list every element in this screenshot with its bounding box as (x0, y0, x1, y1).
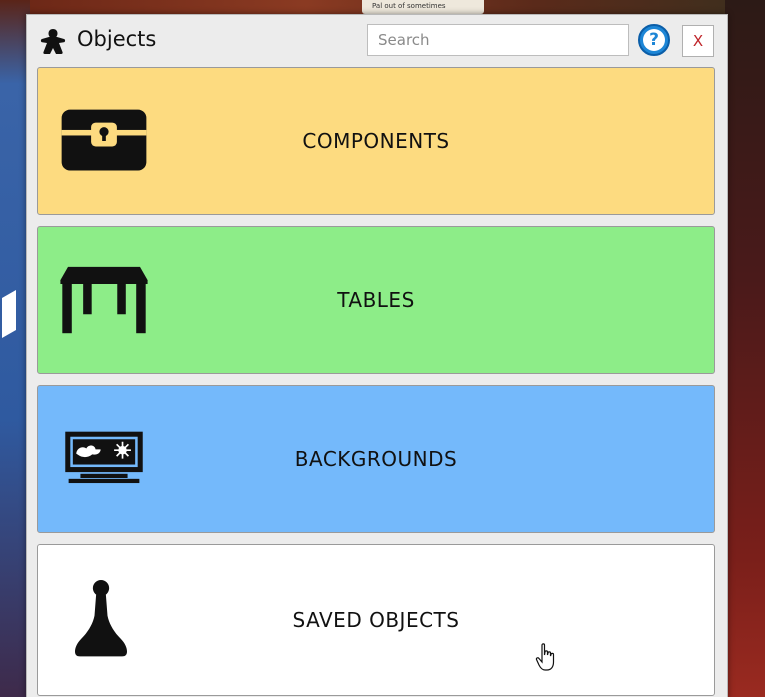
hand-cursor-icon (535, 643, 555, 671)
saved-objects-tile[interactable]: SAVED OBJECTS (37, 544, 715, 696)
components-tile[interactable]: COMPONENTS (37, 67, 715, 215)
help-icon: ? (643, 29, 665, 51)
objects-panel: Objects ? X COMPONENTS TABLES (26, 14, 728, 697)
background-scene-right (725, 0, 765, 697)
panel-header: Objects ? X (27, 15, 727, 65)
saved-objects-label: SAVED OBJECTS (292, 608, 460, 632)
search-input[interactable] (367, 24, 629, 56)
close-button[interactable]: X (682, 25, 714, 57)
backgrounds-label: BACKGROUNDS (294, 447, 458, 471)
tables-label: TABLES (337, 288, 415, 312)
panel-title: Objects (77, 27, 157, 51)
background-decoration (2, 289, 16, 339)
tables-tile[interactable]: TABLES (37, 226, 715, 374)
backgrounds-tile[interactable]: BACKGROUNDS (37, 385, 715, 533)
background-card-text: Pal out of sometimes (372, 2, 446, 10)
help-button[interactable]: ? (638, 24, 670, 56)
meeple-icon (40, 29, 66, 54)
components-label: COMPONENTS (302, 129, 450, 153)
